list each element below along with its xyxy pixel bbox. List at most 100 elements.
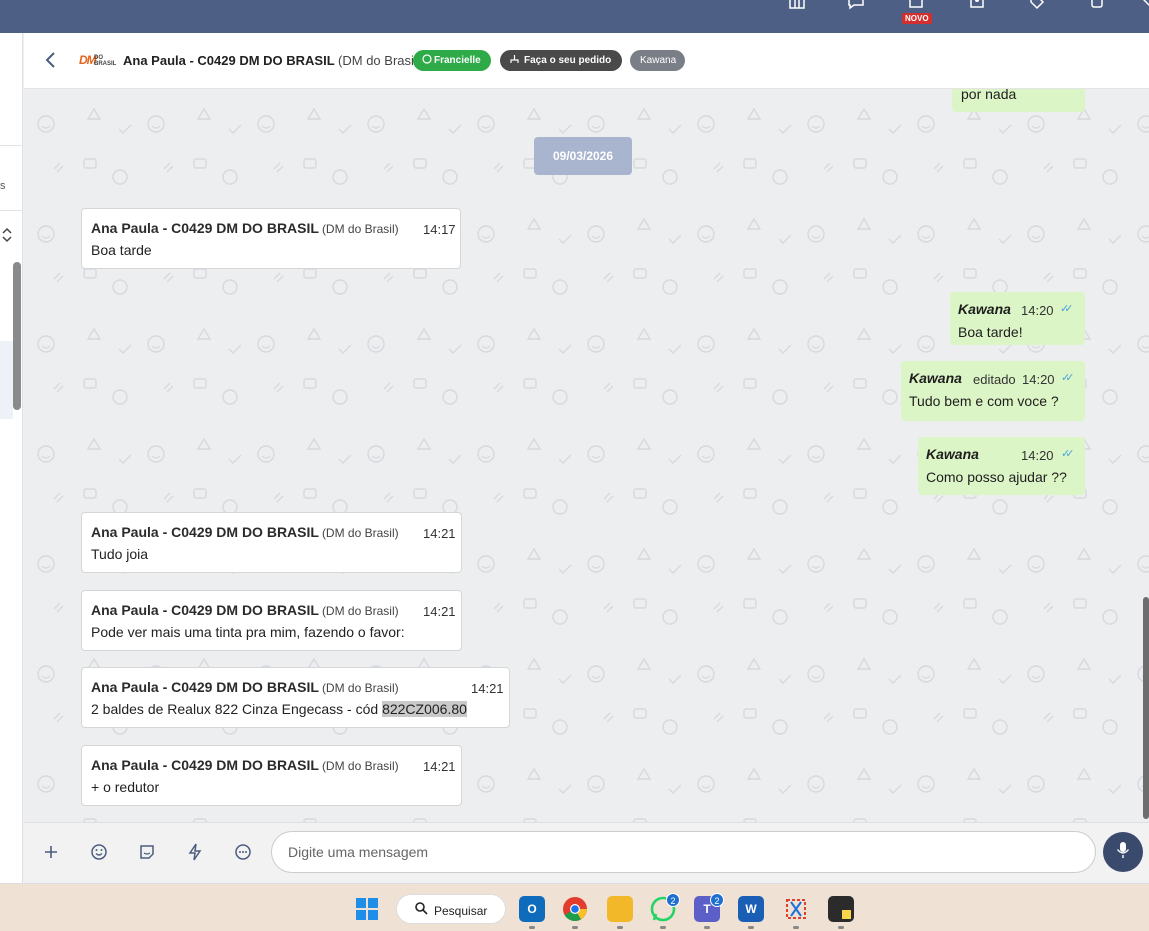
outgoing-message[interactable]: Kawana 14:20 ✓✓ Como posso ajudar ?? — [918, 437, 1085, 495]
contact-company: (DM do Brasil) — [338, 53, 422, 68]
outgoing-message[interactable]: Kawana 14:20 ✓✓ Boa tarde! — [950, 292, 1085, 345]
highlighted-product-code[interactable]: 822CZ006.80 — [382, 701, 467, 717]
running-indicator — [529, 926, 535, 929]
conversation-list-panel: s — [0, 33, 23, 883]
running-indicator — [704, 926, 710, 929]
back-arrow-icon[interactable] — [44, 50, 58, 74]
panel-text-fragment: s — [0, 180, 6, 192]
sender-company: (DM do Brasil) — [321, 222, 399, 236]
search-icon — [414, 901, 428, 918]
divider — [0, 210, 23, 211]
sender-name: Kawana — [958, 301, 1011, 317]
message-input-box[interactable] — [271, 831, 1096, 873]
chat-template-icon[interactable] — [233, 842, 253, 862]
taskbar-search[interactable]: Pesquisar — [396, 894, 506, 924]
sender-company: (DM do Brasil) — [321, 526, 399, 540]
message-text: + o redutor — [91, 779, 160, 795]
message-composer — [24, 822, 1149, 880]
sender-name: Kawana — [926, 446, 979, 462]
chat-bubble-icon[interactable] — [847, 0, 865, 10]
date-separator: 09/03/2026 — [534, 137, 632, 175]
message-text: por nada — [961, 89, 1017, 102]
sender-company: (DM do Brasil) — [321, 681, 399, 695]
whatsapp-tag-label: Francielle — [434, 55, 481, 66]
selected-conversation-highlight[interactable] — [0, 341, 13, 419]
double-check-icon: ✓✓ — [1060, 303, 1074, 315]
chat-scrollbar[interactable] — [1143, 597, 1149, 819]
running-indicator — [748, 926, 754, 929]
plus-icon[interactable] — [41, 842, 61, 862]
sticker-icon[interactable] — [137, 842, 157, 862]
message-time: 14:21 — [423, 526, 456, 541]
chat-messages-area[interactable]: por nada 09/03/2026 Ana Paula - C0429 DM… — [24, 89, 1149, 822]
sender-name: Kawana — [909, 370, 962, 386]
tag-icon[interactable] — [1028, 0, 1046, 10]
double-check-icon: ✓✓ — [1061, 372, 1075, 384]
message-text: Como posso ajudar ?? — [926, 469, 1067, 485]
chat-header: DM DO BRASIL Ana Paula - C0429 DM DO BRA… — [24, 33, 1149, 89]
order-tag-label: Faça o seu pedido — [524, 55, 612, 66]
chrome-icon[interactable] — [562, 896, 588, 922]
running-indicator — [838, 926, 844, 929]
message-time: 14:17 — [423, 222, 456, 237]
sticky-notes-icon[interactable] — [828, 896, 854, 922]
incoming-message[interactable]: Ana Paula - C0429 DM DO BRASIL (DM do Bra… — [81, 208, 461, 269]
message-time: 14:21 — [423, 759, 456, 774]
whatsapp-icon — [422, 54, 432, 64]
sender-name: Ana Paula - C0429 DM DO BRASIL — [91, 679, 319, 695]
contact-card-icon[interactable] — [968, 0, 986, 10]
double-check-icon: ✓✓ — [1061, 448, 1075, 460]
sort-toggle-icon[interactable] — [1, 227, 13, 248]
microphone-icon — [1116, 842, 1130, 858]
sender-name: Ana Paula - C0429 DM DO BRASIL — [91, 524, 319, 540]
search-label: Pesquisar — [434, 904, 488, 918]
incoming-message[interactable]: Ana Paula - C0429 DM DO BRASIL (DM do Bra… — [81, 745, 462, 806]
outgoing-message-partial[interactable]: por nada — [952, 89, 1085, 112]
message-time: 14:20 — [1022, 372, 1055, 387]
sender-company: (DM do Brasil) — [321, 759, 399, 773]
bookmark-icon[interactable] — [907, 0, 925, 10]
lightning-icon[interactable] — [185, 842, 205, 862]
message-time: 14:20 — [1021, 303, 1054, 318]
divider — [0, 145, 23, 146]
conversation-list-scrollbar[interactable] — [13, 262, 21, 410]
phone-icon[interactable] — [1088, 0, 1106, 10]
running-indicator — [572, 926, 578, 929]
sender-name: Ana Paula - C0429 DM DO BRASIL — [91, 757, 319, 773]
message-text: Boa tarde! — [958, 324, 1023, 340]
file-explorer-icon[interactable] — [607, 896, 633, 922]
windows-taskbar: Pesquisar O 2 T 2 W — [0, 883, 1149, 931]
running-indicator — [617, 926, 623, 929]
whatsapp-channel-tag[interactable]: Francielle — [413, 50, 491, 71]
contact-name: Ana Paula - C0429 DM DO BRASIL — [123, 53, 335, 68]
agent-tag[interactable]: Kawana — [630, 50, 685, 71]
message-text: 2 baldes de Realux 822 Cinza Engecass - … — [91, 701, 467, 717]
windows-start-icon[interactable] — [356, 898, 378, 920]
incoming-message[interactable]: Ana Paula - C0429 DM DO BRASIL (DM do Bra… — [81, 590, 462, 651]
message-text-prefix: 2 baldes de Realux 822 Cinza Engecass - … — [91, 701, 383, 717]
emoji-icon[interactable] — [89, 842, 109, 862]
contact-title[interactable]: Ana Paula - C0429 DM DO BRASIL (DM do Br… — [123, 53, 421, 68]
message-input[interactable] — [288, 832, 1078, 872]
app-top-bar: NOVO — [0, 0, 1149, 33]
snipping-tool-icon[interactable] — [783, 896, 809, 922]
message-time: 14:21 — [423, 604, 456, 619]
sender-name: Ana Paula - C0429 DM DO BRASIL — [91, 220, 319, 236]
outlook-icon[interactable]: O — [519, 896, 545, 922]
message-text: Tudo bem e com voce ? — [909, 393, 1059, 409]
whatsapp-notification-badge: 2 — [666, 893, 680, 907]
microphone-button[interactable] — [1103, 832, 1143, 872]
message-text: Pode ver mais uma tinta pra mim, fazendo… — [91, 624, 405, 640]
close-icon[interactable] — [1136, 0, 1149, 10]
columns-icon[interactable] — [788, 0, 806, 10]
incoming-message[interactable]: Ana Paula - C0429 DM DO BRASIL (DM do Bra… — [81, 512, 462, 573]
running-indicator — [660, 926, 666, 929]
outgoing-message[interactable]: Kawana editado 14:20 ✓✓ Tudo bem e com v… — [901, 361, 1085, 421]
order-flow-tag[interactable]: Faça o seu pedido — [500, 50, 622, 71]
edited-label: editado — [973, 372, 1016, 387]
word-icon[interactable]: W — [738, 896, 764, 922]
new-badge: NOVO — [902, 13, 932, 24]
message-time: 14:20 — [1021, 448, 1054, 463]
incoming-message[interactable]: Ana Paula - C0429 DM DO BRASIL (DM do Bra… — [81, 667, 510, 728]
message-text: Boa tarde — [91, 242, 152, 258]
